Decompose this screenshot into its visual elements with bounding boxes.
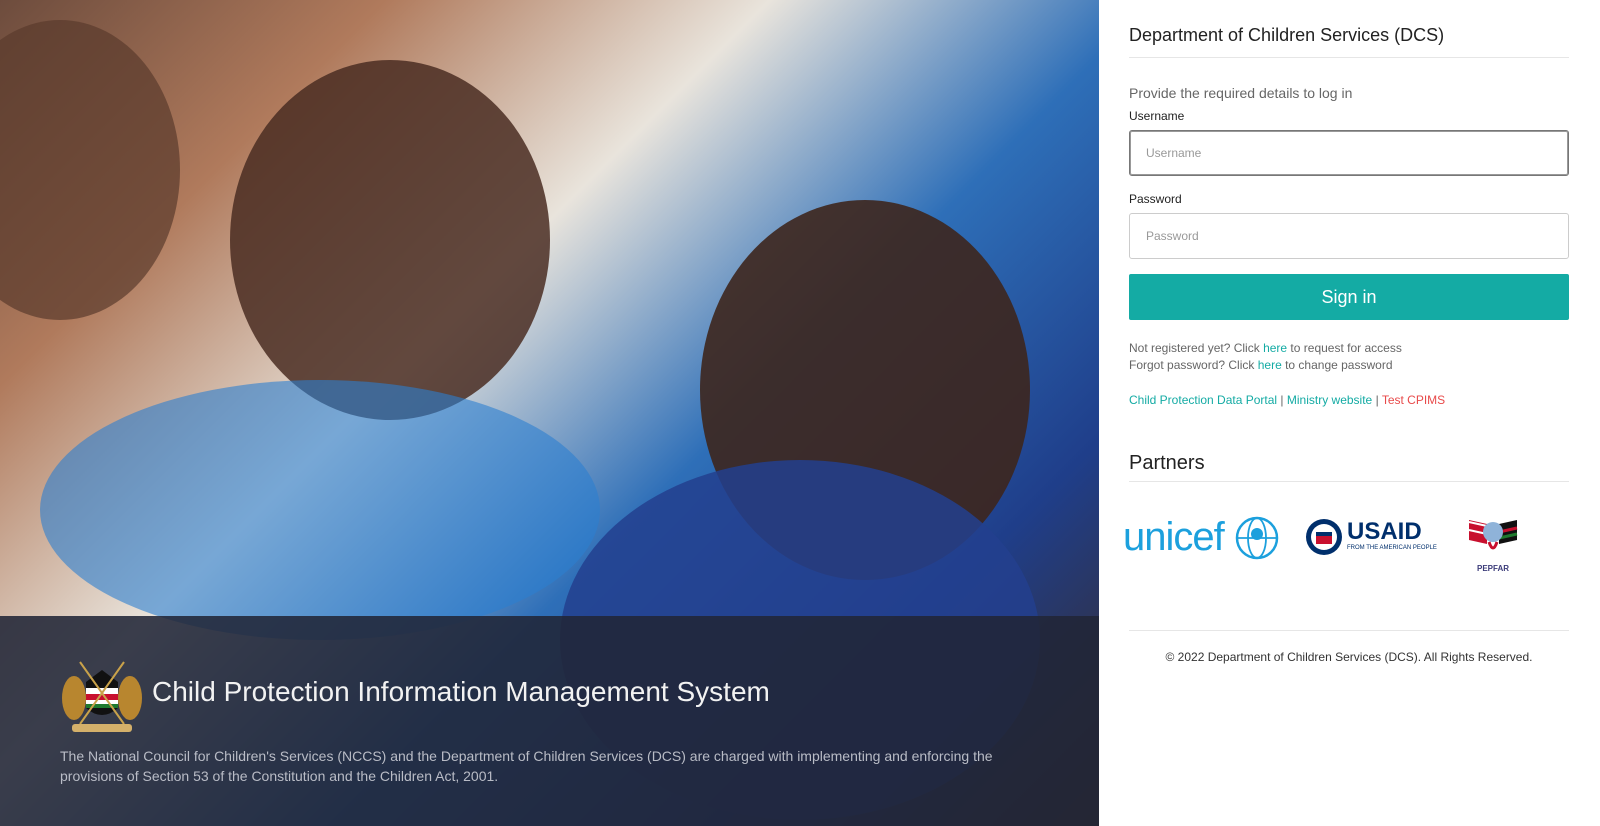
test-cpims-link[interactable]: Test CPIMS bbox=[1382, 393, 1445, 407]
hero-caption bbox=[0, 616, 1099, 826]
pepfar-wordmark: PEPFAR bbox=[1477, 564, 1510, 573]
register-suffix: to request for access bbox=[1287, 341, 1402, 355]
register-here-link[interactable]: here bbox=[1263, 341, 1287, 355]
hero-photo-figure bbox=[230, 60, 550, 420]
external-links: Child Protection Data Portal | Ministry … bbox=[1129, 393, 1445, 407]
password-input[interactable] bbox=[1129, 213, 1569, 259]
footer-divider bbox=[1129, 630, 1569, 631]
sign-in-button[interactable]: Sign in bbox=[1129, 274, 1569, 320]
title-divider bbox=[1129, 57, 1569, 58]
forgot-prefix: Forgot password? Click bbox=[1129, 358, 1258, 372]
unicef-wordmark: unicef bbox=[1123, 515, 1225, 559]
copyright-text: © 2022 Department of Children Services (… bbox=[1165, 650, 1533, 664]
usaid-logo: USAID FROM THE AMERICAN PEOPLE bbox=[1305, 518, 1437, 558]
register-prefix: Not registered yet? Click bbox=[1129, 341, 1264, 355]
link-separator: | bbox=[1372, 393, 1382, 407]
login-panel: Department of Children Services (DCS) Pr… bbox=[1099, 0, 1600, 826]
child-protection-data-portal-link[interactable]: Child Protection Data Portal bbox=[1129, 393, 1277, 407]
forgot-suffix: to change password bbox=[1281, 358, 1393, 372]
link-separator: | bbox=[1277, 393, 1287, 407]
pepfar-logo: PEPFAR bbox=[1463, 514, 1523, 574]
system-title: Child Protection Information Management … bbox=[152, 676, 770, 707]
login-subtitle: Provide the required details to log in bbox=[1129, 85, 1353, 101]
password-label: Password bbox=[1129, 192, 1182, 206]
usaid-wordmark: USAID bbox=[1347, 518, 1422, 545]
partners-title: Partners bbox=[1129, 452, 1205, 474]
partners-divider bbox=[1129, 481, 1569, 482]
pepfar-emblem-icon bbox=[1468, 520, 1518, 550]
usaid-seal-icon bbox=[1306, 519, 1342, 555]
ministry-website-link[interactable]: Ministry website bbox=[1287, 393, 1372, 407]
username-label: Username bbox=[1129, 109, 1185, 123]
unicef-globe-icon bbox=[1235, 516, 1279, 560]
unicef-logo: unicef bbox=[1123, 514, 1283, 560]
username-input[interactable] bbox=[1129, 130, 1569, 176]
hero-image: Child Protection Information Management … bbox=[0, 0, 1099, 826]
hero-photo-figure bbox=[0, 20, 180, 320]
system-description: The National Council for Children's Serv… bbox=[60, 748, 993, 784]
register-note: Not registered yet? Click here to reques… bbox=[1129, 341, 1402, 355]
forgot-password-here-link[interactable]: here bbox=[1258, 358, 1282, 372]
department-title: Department of Children Services (DCS) bbox=[1129, 25, 1445, 45]
kenya-coat-of-arms-icon bbox=[62, 661, 142, 732]
hero-photo-figure bbox=[40, 380, 600, 640]
forgot-password-note: Forgot password? Click here to change pa… bbox=[1129, 358, 1393, 372]
usaid-tagline: FROM THE AMERICAN PEOPLE bbox=[1347, 545, 1437, 551]
